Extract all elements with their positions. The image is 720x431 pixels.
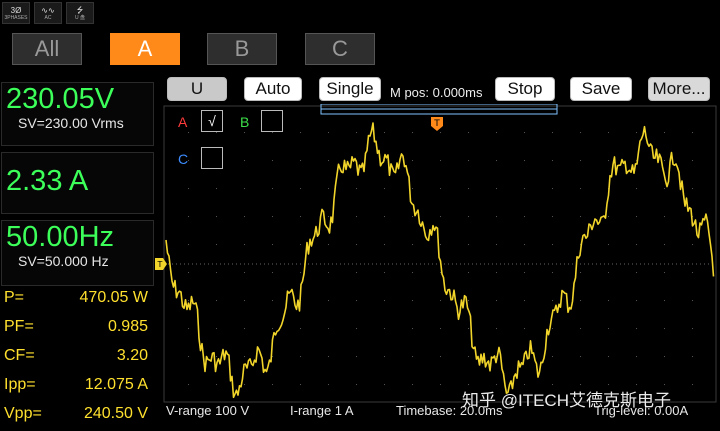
mpos-readout: M pos: 0.000ms	[390, 85, 483, 100]
usb-icon: ⭍ U 盘	[66, 2, 94, 24]
tab-all[interactable]: All	[12, 33, 82, 65]
auto-button[interactable]: Auto	[244, 77, 302, 101]
waveform-plot	[163, 104, 717, 403]
trigger-level-marker[interactable]: T	[154, 257, 168, 271]
stop-button[interactable]: Stop	[495, 77, 555, 101]
irange-readout: I-range 1 A	[290, 403, 354, 418]
frequency-readout: 50.00Hz SV=50.000 Hz	[1, 220, 154, 286]
trigger-position-marker[interactable]: T	[430, 116, 444, 132]
pf-value: 0.985	[107, 318, 148, 335]
ipp-row: Ipp= 12.075 A	[0, 372, 156, 398]
oscilloscope-display: T T	[155, 104, 720, 431]
current-readout: 2.33 A	[1, 152, 154, 214]
more-button[interactable]: More...	[648, 77, 710, 101]
power-row: P= 470.05 W	[0, 285, 156, 311]
ipp-label: Ipp=	[4, 376, 36, 393]
pf-row: PF= 0.985	[0, 314, 156, 340]
single-button[interactable]: Single	[319, 77, 381, 101]
cf-row: CF= 3.20	[0, 343, 156, 369]
svg-text:T: T	[157, 260, 163, 269]
current-value: 2.33 A	[6, 165, 89, 197]
channel-c-label: C	[178, 151, 189, 167]
three-phase-icon: 3Ø 3PHASES	[2, 2, 30, 24]
cf-label: CF=	[4, 347, 35, 364]
plot-frame	[163, 105, 717, 403]
channel-c-checkbox[interactable]	[201, 147, 223, 169]
u-button[interactable]: U	[167, 77, 227, 101]
status-icon-bar: 3Ø 3PHASES ∿∿ AC ⭍ U 盘	[2, 2, 94, 24]
watermark-text: 知乎 @ITECH艾德克斯电子	[462, 391, 671, 410]
power-value: 470.05 W	[79, 289, 148, 306]
power-label: P=	[4, 289, 25, 306]
pf-label: PF=	[4, 318, 34, 335]
tab-c[interactable]: C	[305, 33, 375, 65]
ac-wave-icon: ∿∿ AC	[34, 2, 62, 24]
save-button[interactable]: Save	[570, 77, 632, 101]
phase-tabs: All A B C	[0, 31, 720, 67]
channel-b-checkbox[interactable]	[261, 110, 283, 132]
voltage-setvalue: SV=230.00 Vrms	[18, 115, 124, 131]
voltage-readout: 230.05V SV=230.00 Vrms	[1, 82, 154, 146]
vpp-label: Vpp=	[4, 405, 42, 422]
ipp-value: 12.075 A	[84, 376, 148, 393]
channel-a-checkbox[interactable]: √	[201, 110, 223, 132]
frequency-value: 50.00Hz	[6, 221, 115, 253]
voltage-value: 230.05V	[6, 83, 115, 115]
measurement-panel: 230.05V SV=230.00 Vrms 2.33 A 50.00Hz SV…	[0, 70, 156, 431]
tab-a[interactable]: A	[110, 33, 180, 65]
channel-b-label: B	[240, 114, 250, 130]
frequency-setvalue: SV=50.000 Hz	[18, 253, 109, 269]
vpp-value: 240.50 V	[83, 405, 148, 422]
tab-b[interactable]: B	[207, 33, 277, 65]
svg-text:T: T	[433, 119, 440, 129]
cf-value: 3.20	[116, 347, 148, 364]
vrange-readout: V-range 100 V	[166, 403, 250, 418]
vpp-row: Vpp= 240.50 V	[0, 401, 156, 427]
channel-a-label: A	[178, 114, 188, 130]
